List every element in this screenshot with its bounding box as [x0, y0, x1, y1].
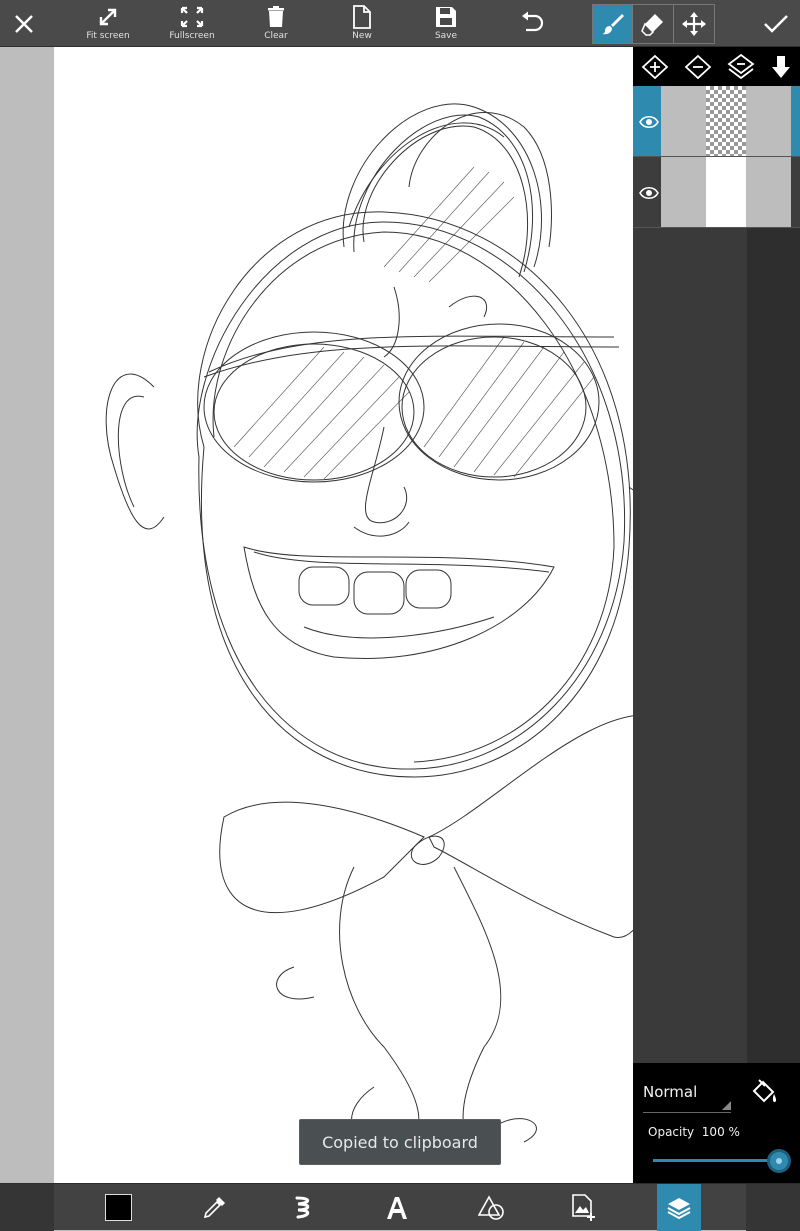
opacity-label: Opacity 100 % — [648, 1125, 740, 1139]
apply-button[interactable] — [752, 0, 800, 47]
layers-button[interactable] — [657, 1184, 701, 1231]
transparent-layer-preview — [706, 86, 746, 156]
layer-1-thumbnail — [661, 86, 791, 156]
brush-icon — [601, 14, 624, 35]
background-layer-preview — [706, 157, 746, 227]
fullscreen-label: Fullscreen — [169, 31, 215, 41]
add-image-icon — [572, 1193, 595, 1221]
toast-message: Copied to clipboard — [322, 1132, 478, 1152]
brush-style-button[interactable] — [282, 1184, 326, 1231]
save-icon — [436, 7, 456, 27]
new-button[interactable]: New — [342, 0, 382, 47]
fullscreen-icon — [180, 6, 204, 28]
opacity-label-text: Opacity — [648, 1125, 695, 1139]
add-image-button[interactable] — [562, 1184, 606, 1231]
eye-icon — [639, 186, 659, 199]
text-icon — [387, 1196, 407, 1219]
close-button[interactable] — [0, 0, 48, 47]
add-layer-icon[interactable] — [641, 53, 669, 81]
save-label: Save — [434, 31, 458, 41]
top-toolbar: Fit screen Fullscreen Clear New Save — [0, 0, 800, 47]
undo-button[interactable] — [512, 0, 552, 47]
eye-icon — [639, 115, 659, 128]
opacity-slider-knob[interactable] — [767, 1149, 791, 1173]
dropdown-triangle-icon — [722, 1101, 731, 1110]
sketch-drawing — [105, 103, 633, 1148]
layer-2-thumbnail — [661, 157, 791, 227]
eyedropper-icon — [203, 1196, 225, 1218]
layer-row-2[interactable] — [633, 157, 800, 228]
tool-selector — [592, 4, 715, 44]
merge-layer-icon[interactable] — [727, 53, 755, 81]
shapes-button[interactable] — [470, 1184, 514, 1231]
opacity-value: 100 % — [701, 1125, 740, 1139]
blend-panel: Normal Opacity 100 % — [633, 1063, 800, 1183]
toast-notification: Copied to clipboard — [299, 1119, 501, 1165]
blend-mode-value: Normal — [643, 1083, 698, 1101]
clear-button[interactable]: Clear — [256, 0, 296, 47]
checkmark-icon — [764, 14, 788, 33]
eraser-tool-button[interactable] — [633, 5, 674, 43]
fullscreen-button[interactable]: Fullscreen — [168, 0, 216, 47]
save-button[interactable]: Save — [426, 0, 466, 47]
fit-screen-icon — [99, 8, 117, 26]
layer-2-visibility[interactable] — [636, 157, 662, 228]
clear-label: Clear — [264, 31, 288, 41]
fit-screen-button[interactable]: Fit screen — [86, 0, 130, 47]
opacity-slider-track[interactable] — [653, 1159, 779, 1162]
new-label: New — [352, 31, 372, 41]
eraser-icon — [641, 14, 664, 36]
close-icon — [15, 14, 33, 33]
blend-mode-select[interactable]: Normal — [643, 1083, 731, 1113]
remove-layer-icon[interactable] — [684, 53, 712, 81]
color-swatch — [104, 1194, 132, 1221]
move-icon — [681, 12, 706, 36]
bottom-right-edge — [746, 1184, 800, 1231]
layer-1-visibility[interactable] — [636, 86, 662, 157]
color-button[interactable] — [96, 1184, 140, 1231]
new-file-icon — [353, 5, 371, 29]
fit-screen-label: Fit screen — [86, 31, 130, 41]
trash-icon — [268, 6, 284, 27]
paint-bucket-icon — [752, 1079, 777, 1103]
brush-style-icon — [295, 1196, 310, 1218]
layers-panel — [633, 47, 800, 1063]
drawing-canvas[interactable] — [54, 47, 633, 1183]
merge-down-icon[interactable] — [770, 54, 792, 80]
eyedropper-button[interactable] — [192, 1184, 236, 1231]
text-button[interactable] — [375, 1184, 419, 1231]
shapes-icon — [478, 1194, 504, 1220]
move-tool-button[interactable] — [674, 5, 714, 43]
brush-tool-button[interactable] — [593, 5, 634, 43]
bottom-toolbar — [0, 1183, 800, 1231]
layers-icon — [667, 1197, 691, 1219]
layer-actions-bar — [633, 47, 800, 86]
fill-button[interactable] — [749, 1077, 779, 1111]
undo-icon — [522, 11, 544, 32]
bottom-left-edge — [0, 1184, 54, 1231]
layer-row-1[interactable] — [633, 86, 800, 157]
